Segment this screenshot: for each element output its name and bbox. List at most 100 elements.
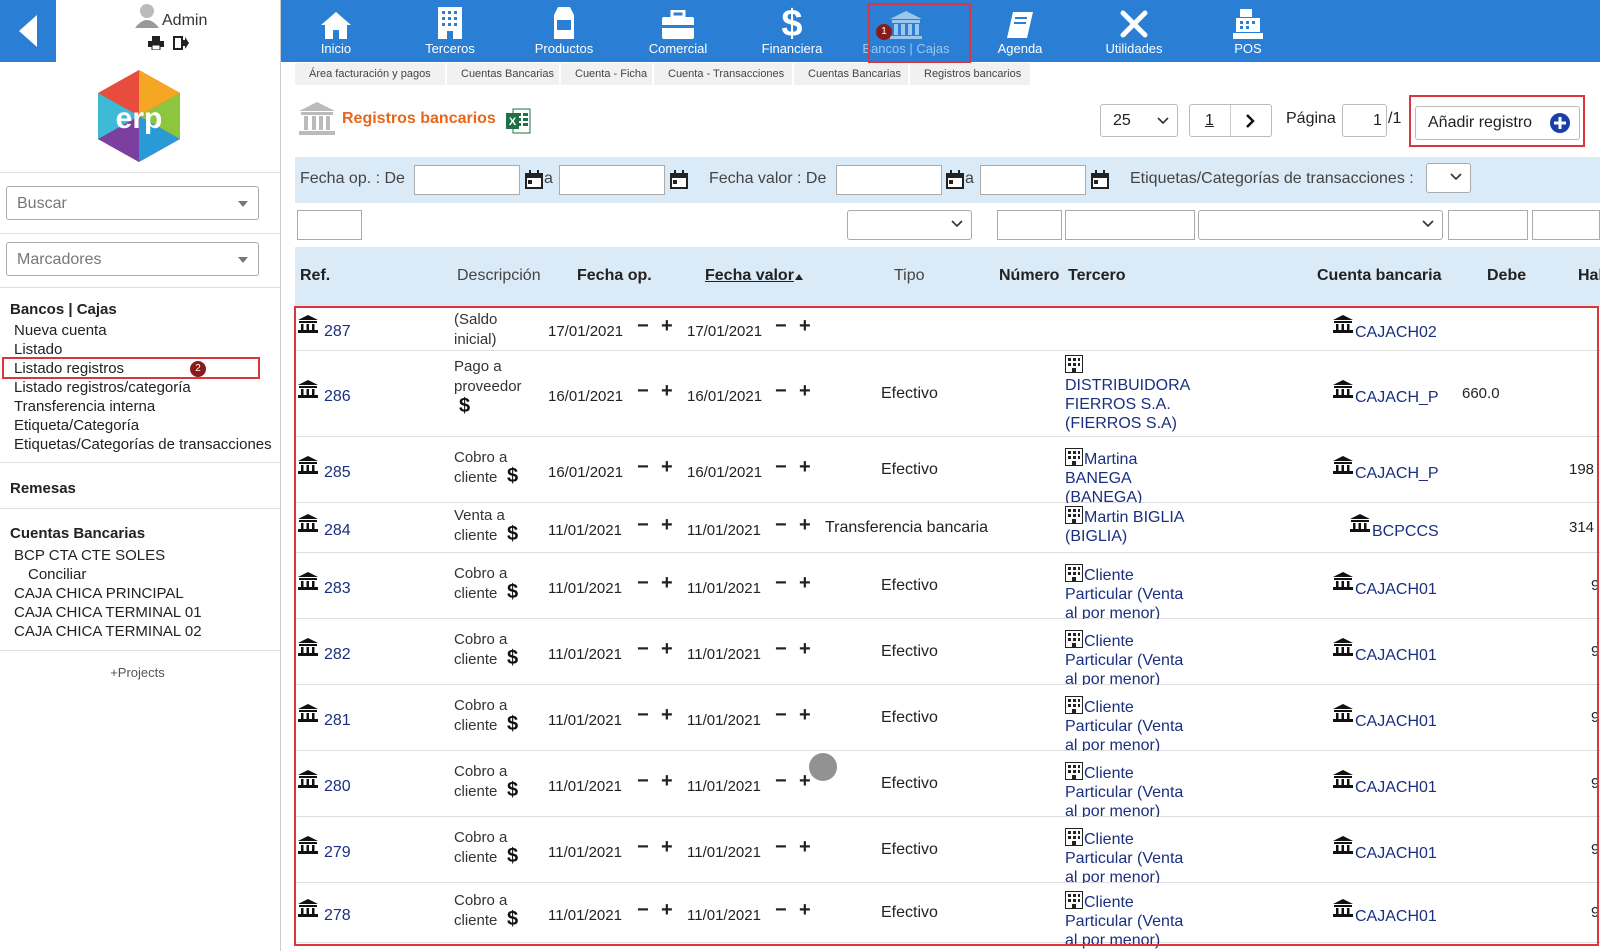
table-row[interactable]: 283 Cobro a cliente $11/01/2021 − + 11/01/2… bbox=[295, 553, 1600, 622]
menu-section-cuentas-bancarias[interactable]: Cuentas Bancarias bbox=[10, 525, 145, 542]
page-input[interactable]: 1 bbox=[1342, 104, 1387, 137]
search-select[interactable]: Buscar bbox=[6, 186, 259, 220]
plus-icon[interactable]: + bbox=[661, 572, 673, 595]
menu-item-conciliar[interactable]: Conciliar bbox=[28, 566, 86, 583]
payment-dollar-icon[interactable]: $ bbox=[459, 395, 470, 418]
tercero-link[interactable]: Cliente Particular (Venta al por menor) bbox=[1065, 828, 1215, 887]
payment-dollar-icon[interactable]: $ bbox=[507, 647, 518, 670]
nav-utilidades[interactable]: Utilidades bbox=[1079, 0, 1189, 62]
table-row[interactable]: 286 Pago a proveedor $16/01/2021 − + 16/01/… bbox=[295, 351, 1600, 437]
tercero-link[interactable]: Martina BANEGA (BANEGA) bbox=[1065, 448, 1215, 507]
cuenta-link[interactable]: CAJACH01 bbox=[1355, 778, 1437, 797]
nav-financiera[interactable]: $ Financiera bbox=[737, 0, 847, 62]
ref-link[interactable]: 278 bbox=[324, 907, 351, 925]
cuenta-link[interactable]: CAJACH_P bbox=[1355, 464, 1439, 483]
minus-icon[interactable]: − bbox=[775, 770, 787, 793]
plus-icon[interactable]: + bbox=[799, 572, 811, 595]
ref-link[interactable]: 287 bbox=[324, 323, 351, 341]
table-row[interactable]: 285 Cobro a cliente $16/01/2021 − + 16/01/2… bbox=[295, 437, 1600, 506]
minus-icon[interactable]: − bbox=[775, 380, 787, 403]
user-name[interactable]: Admin bbox=[162, 12, 207, 30]
menu-item-listado-registros-categoria[interactable]: Listado registros/categoría bbox=[14, 379, 191, 396]
col-header-haber[interactable]: Hab bbox=[1578, 267, 1600, 285]
payment-dollar-icon[interactable]: $ bbox=[507, 581, 518, 604]
excel-export-icon[interactable]: X bbox=[505, 108, 531, 134]
minus-icon[interactable]: − bbox=[637, 456, 649, 479]
etiquetas-select[interactable] bbox=[1426, 163, 1471, 193]
ref-link[interactable]: 280 bbox=[324, 778, 351, 796]
table-row[interactable]: 278 Cobro a cliente $11/01/2021 − + 11/01/2… bbox=[295, 883, 1600, 949]
minus-icon[interactable]: − bbox=[775, 456, 787, 479]
menu-section-bancos-cajas[interactable]: Bancos | Cajas bbox=[10, 301, 117, 318]
col-header-cuenta-bancaria[interactable]: Cuenta bancaria bbox=[1317, 267, 1441, 285]
menu-item-caja-chica-principal[interactable]: CAJA CHICA PRINCIPAL bbox=[14, 585, 184, 602]
plus-icon[interactable]: + bbox=[799, 899, 811, 922]
minus-icon[interactable]: − bbox=[775, 572, 787, 595]
ref-link[interactable]: 285 bbox=[324, 464, 351, 482]
breadcrumb-item-5[interactable]: Cuentas Bancarias bbox=[794, 63, 908, 85]
menu-item-etiqueta-categoria[interactable]: Etiqueta/Categoría bbox=[14, 417, 139, 434]
payment-dollar-icon[interactable]: $ bbox=[507, 779, 518, 802]
minus-icon[interactable]: − bbox=[637, 514, 649, 537]
calendar-icon[interactable] bbox=[669, 170, 689, 190]
print-icon[interactable] bbox=[148, 36, 164, 50]
plus-icon[interactable]: + bbox=[799, 315, 811, 338]
cuenta-link[interactable]: BCPCCS bbox=[1372, 522, 1439, 541]
breadcrumb-item-2[interactable]: Cuentas Bancarias bbox=[447, 63, 559, 85]
erp-logo[interactable]: erp bbox=[96, 70, 182, 162]
menu-item-transferencia-interna[interactable]: Transferencia interna bbox=[14, 398, 155, 415]
fecha-op-from-input[interactable] bbox=[414, 165, 520, 195]
minus-icon[interactable]: − bbox=[637, 899, 649, 922]
logout-icon[interactable] bbox=[173, 36, 189, 50]
nav-agenda[interactable]: Agenda bbox=[965, 0, 1075, 62]
filter-ref-input[interactable] bbox=[297, 210, 362, 240]
col-header-tercero[interactable]: Tercero bbox=[1068, 267, 1126, 285]
calendar-icon[interactable] bbox=[945, 170, 965, 190]
table-row[interactable]: 279 Cobro a cliente $11/01/2021 − + 11/01/2… bbox=[295, 817, 1600, 886]
col-header-descripcion[interactable]: Descripción bbox=[457, 267, 541, 285]
breadcrumb-item-1[interactable]: Área facturación y pagos bbox=[295, 63, 445, 85]
menu-item-caja-chica-terminal-01[interactable]: CAJA CHICA TERMINAL 01 bbox=[14, 604, 202, 621]
nav-inicio[interactable]: Inicio bbox=[281, 0, 391, 62]
payment-dollar-icon[interactable]: $ bbox=[507, 523, 518, 546]
payment-dollar-icon[interactable]: $ bbox=[507, 465, 518, 488]
cuenta-link[interactable]: CAJACH01 bbox=[1355, 907, 1437, 926]
filter-haber-input[interactable] bbox=[1532, 210, 1600, 240]
nav-terceros[interactable]: Terceros bbox=[395, 0, 505, 62]
cuenta-link[interactable]: CAJACH01 bbox=[1355, 580, 1437, 599]
tercero-link[interactable]: Cliente Particular (Venta al por menor) bbox=[1065, 564, 1215, 623]
minus-icon[interactable]: − bbox=[775, 315, 787, 338]
plus-icon[interactable]: + bbox=[661, 514, 673, 537]
plus-icon[interactable]: + bbox=[799, 638, 811, 661]
ref-link[interactable]: 281 bbox=[324, 712, 351, 730]
cuenta-link[interactable]: CAJACH02 bbox=[1355, 323, 1437, 342]
bookmarks-select[interactable]: Marcadores bbox=[6, 242, 259, 276]
filter-debe-input[interactable] bbox=[1448, 210, 1528, 240]
menu-item-bcp-cta-cte-soles[interactable]: BCP CTA CTE SOLES bbox=[14, 547, 165, 564]
ref-link[interactable]: 286 bbox=[324, 388, 351, 406]
plus-icon[interactable]: + bbox=[661, 899, 673, 922]
tercero-link[interactable]: DISTRIBUIDORA FIERROS S.A. (FIERROS S.A) bbox=[1065, 355, 1215, 433]
cuenta-link[interactable]: CAJACH01 bbox=[1355, 844, 1437, 863]
cuenta-link[interactable]: CAJACH01 bbox=[1355, 712, 1437, 731]
fecha-op-to-input[interactable] bbox=[559, 165, 665, 195]
filter-cuenta-select[interactable] bbox=[1198, 210, 1443, 240]
payment-dollar-icon[interactable]: $ bbox=[507, 845, 518, 868]
plus-icon[interactable]: + bbox=[661, 638, 673, 661]
minus-icon[interactable]: − bbox=[637, 572, 649, 595]
plus-icon[interactable]: + bbox=[661, 836, 673, 859]
plus-icon[interactable]: + bbox=[661, 315, 673, 338]
col-header-fecha-op[interactable]: Fecha op. bbox=[577, 267, 652, 285]
payment-dollar-icon[interactable]: $ bbox=[507, 713, 518, 736]
ref-link[interactable]: 279 bbox=[324, 844, 351, 862]
plus-icon[interactable]: + bbox=[799, 380, 811, 403]
filter-tipo-select[interactable] bbox=[847, 210, 972, 240]
table-row[interactable]: 282 Cobro a cliente $11/01/2021 − + 11/01/2… bbox=[295, 619, 1600, 688]
ref-link[interactable]: 282 bbox=[324, 646, 351, 664]
breadcrumb-item-6[interactable]: Registros bancarios bbox=[910, 63, 1030, 85]
table-row[interactable]: 280 Cobro a cliente $11/01/2021 − + 11/01/2… bbox=[295, 751, 1600, 820]
menu-item-nueva-cuenta[interactable]: Nueva cuenta bbox=[14, 322, 107, 339]
cuenta-link[interactable]: CAJACH01 bbox=[1355, 646, 1437, 665]
user-avatar-icon[interactable] bbox=[133, 2, 161, 28]
tercero-link[interactable]: Cliente Particular (Venta al por menor) bbox=[1065, 762, 1215, 821]
